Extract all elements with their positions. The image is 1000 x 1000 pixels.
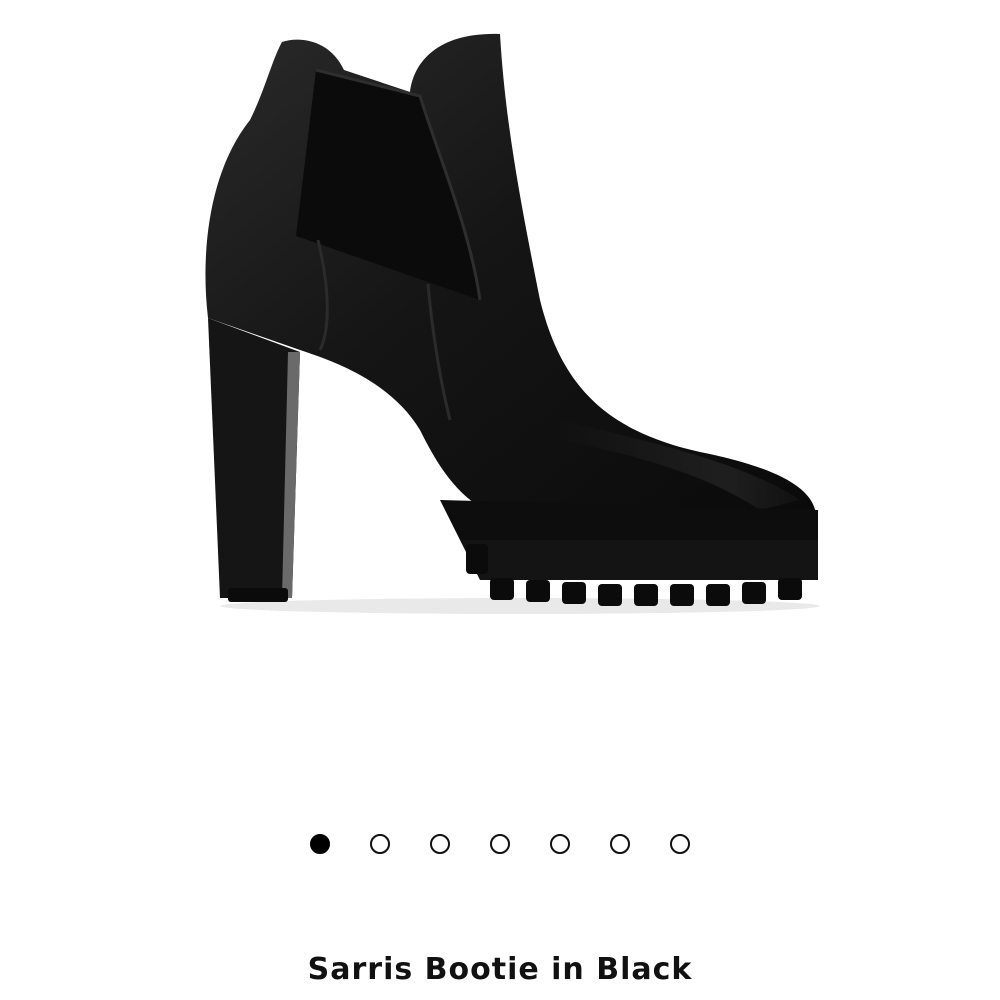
product-title: Sarris Bootie in Black (307, 952, 693, 987)
carousel-dot-4[interactable] (490, 834, 510, 854)
carousel-dot-3[interactable] (430, 834, 450, 854)
carousel-dot-7[interactable] (670, 834, 690, 854)
carousel-dot-1[interactable] (310, 834, 330, 854)
carousel-dot-2[interactable] (370, 834, 390, 854)
product-image[interactable] (0, 0, 1000, 780)
image-carousel-dots (0, 826, 1000, 862)
carousel-dot-6[interactable] (610, 834, 630, 854)
carousel-dot-5[interactable] (550, 834, 570, 854)
boot-illustration (205, 33, 820, 614)
